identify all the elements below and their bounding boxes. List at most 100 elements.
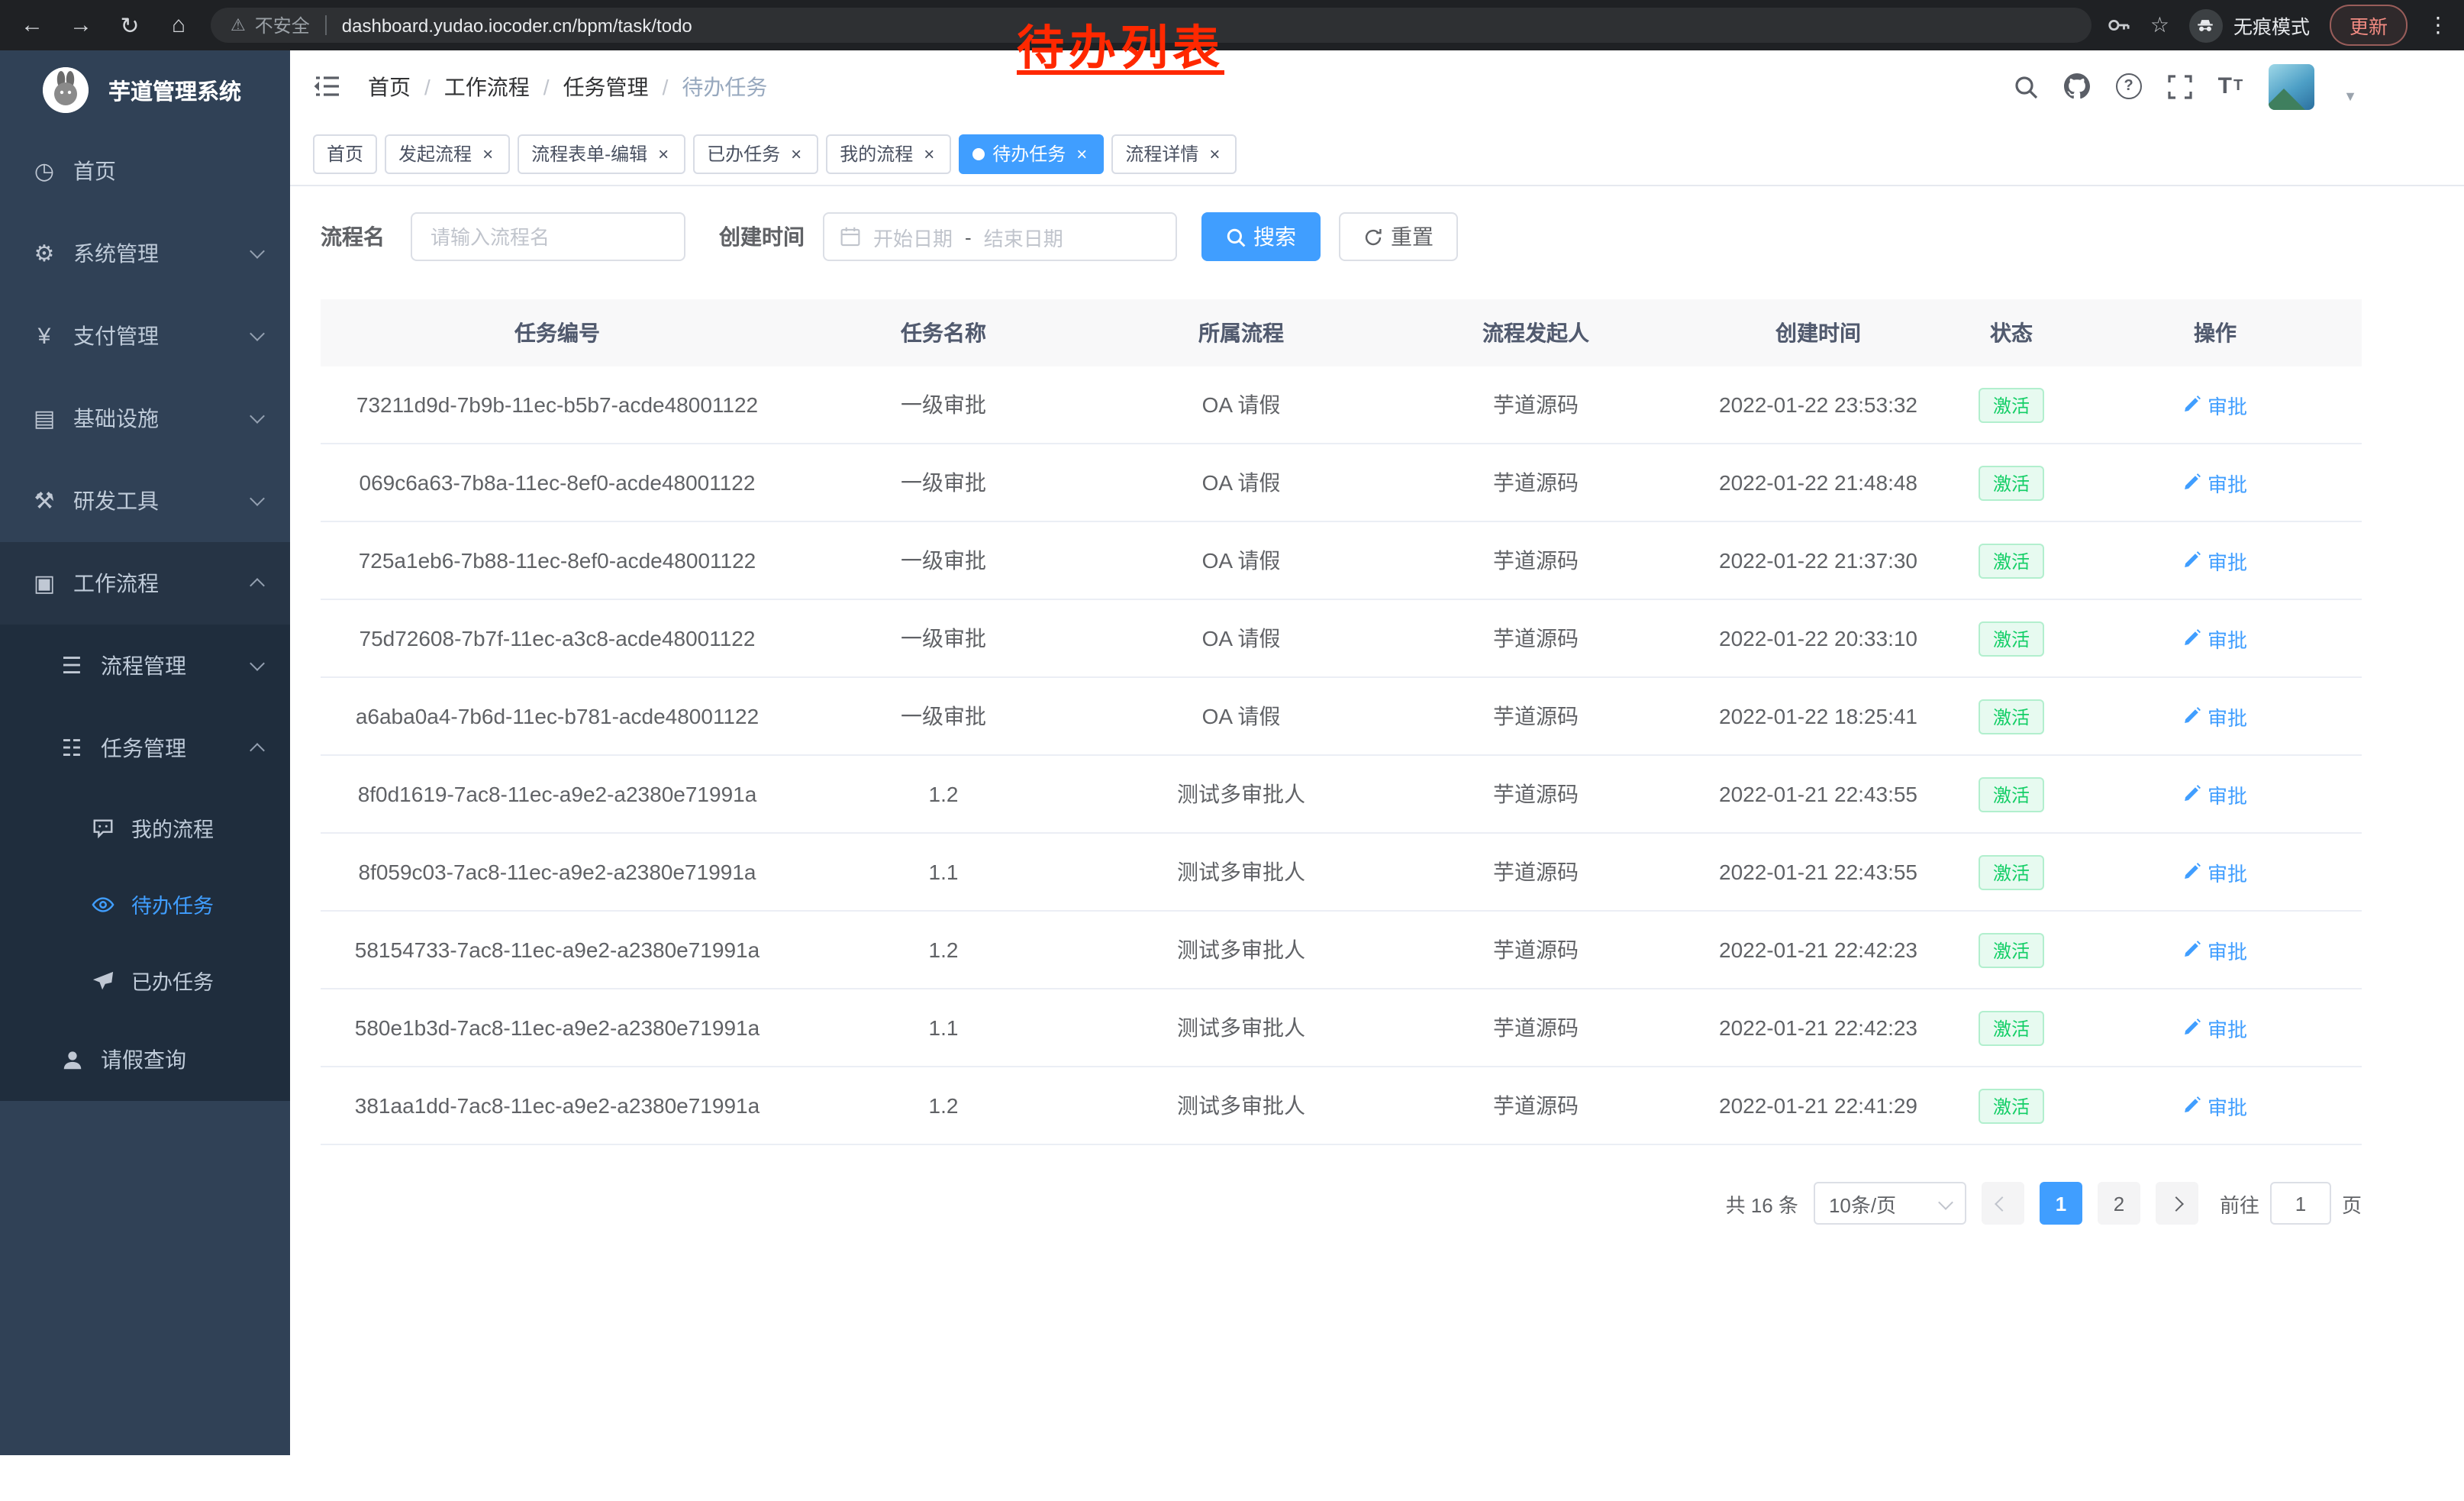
- sidebar-item-payment[interactable]: ¥ 支付管理: [0, 295, 290, 377]
- approve-link[interactable]: 审批: [2183, 1091, 2247, 1120]
- sidebar-item-process-mgmt[interactable]: ☰ 流程管理: [0, 625, 290, 707]
- process-cell: OA 请假: [1093, 444, 1389, 521]
- status-badge: 激活: [1979, 465, 2043, 500]
- table-row: 73211d9d-7b9b-11ec-b5b7-acde48001122一级审批…: [321, 366, 2362, 444]
- approve-link[interactable]: 审批: [2183, 857, 2247, 886]
- created-cell: 2022-01-21 22:42:23: [1682, 911, 1954, 989]
- sidebar-item-task-mgmt[interactable]: ☷ 任务管理: [0, 707, 290, 789]
- table-row: 75d72608-7b7f-11ec-a3c8-acde48001122一级审批…: [321, 599, 2362, 677]
- sidebar-item-todo-tasks[interactable]: 待办任务: [0, 866, 290, 942]
- menu-kebab-icon[interactable]: ⋮: [2427, 12, 2449, 38]
- page-size-select[interactable]: 10条/页: [1814, 1182, 1966, 1225]
- collapse-sidebar-icon[interactable]: [313, 75, 340, 98]
- warning-icon: ⚠: [231, 15, 246, 35]
- star-icon[interactable]: ☆: [2150, 12, 2169, 38]
- sidebar-item-leave-query[interactable]: 请假查询: [0, 1018, 290, 1101]
- prev-page-button[interactable]: [1982, 1182, 2024, 1225]
- task-id-cell: 069c6a63-7b8a-11ec-8ef0-acde48001122: [321, 444, 794, 521]
- chevron-down-icon: [252, 498, 263, 504]
- sidebar-item-done-tasks[interactable]: 已办任务: [0, 942, 290, 1018]
- breadcrumb-task-mgmt[interactable]: 任务管理: [530, 71, 649, 102]
- chevron-down-icon: [252, 250, 263, 257]
- app-title: 芋道管理系统: [108, 74, 241, 106]
- table-row: 069c6a63-7b8a-11ec-8ef0-acde48001122一级审批…: [321, 444, 2362, 521]
- sidebar: 芋道管理系统 ◷ 首页 ⚙ 系统管理 ¥ 支付管理 ▤ 基础设施: [0, 50, 290, 1455]
- sidebar-item-my-process[interactable]: 我的流程: [0, 789, 290, 866]
- key-icon[interactable]: [2108, 14, 2130, 37]
- action-cell: 审批: [2069, 366, 2362, 444]
- forward-icon[interactable]: →: [64, 8, 98, 42]
- approve-link[interactable]: 审批: [2183, 468, 2247, 497]
- sidebar-item-devtools[interactable]: ⚒ 研发工具: [0, 460, 290, 542]
- tab-my-process[interactable]: 我的流程 ×: [826, 134, 951, 173]
- table-row: 381aa1dd-7ac8-11ec-a9e2-a2380e71991a1.2测…: [321, 1067, 2362, 1144]
- task-name-cell: 一级审批: [794, 599, 1093, 677]
- initiator-cell: 芋道源码: [1389, 521, 1682, 599]
- sidebar-item-system[interactable]: ⚙ 系统管理: [0, 212, 290, 295]
- breadcrumb-home[interactable]: 首页: [368, 71, 411, 102]
- initiator-cell: 芋道源码: [1389, 833, 1682, 911]
- approve-link[interactable]: 审批: [2183, 624, 2247, 653]
- close-icon[interactable]: ×: [788, 144, 805, 163]
- status-cell: 激活: [1954, 677, 2069, 755]
- date-range-picker[interactable]: 开始日期 - 结束日期: [823, 212, 1177, 261]
- chevron-down-icon: [1938, 1194, 1953, 1209]
- sidebar-item-label: 已办任务: [131, 965, 214, 996]
- close-icon[interactable]: ×: [921, 144, 937, 163]
- dashboard-icon: ◷: [31, 157, 58, 185]
- fullscreen-icon[interactable]: [2168, 74, 2192, 98]
- approve-link[interactable]: 审批: [2183, 780, 2247, 809]
- tab-done-tasks[interactable]: 已办任务 ×: [693, 134, 818, 173]
- avatar-caret-icon[interactable]: ▼: [2343, 88, 2357, 103]
- sidebar-item-label: 系统管理: [73, 238, 159, 269]
- initiator-cell: 芋道源码: [1389, 755, 1682, 833]
- col-process: 所属流程: [1093, 299, 1389, 366]
- update-button[interactable]: 更新: [2330, 5, 2408, 46]
- workflow-icon: ▣: [31, 570, 58, 597]
- close-icon[interactable]: ×: [655, 144, 672, 163]
- created-cell: 2022-01-21 22:43:55: [1682, 755, 1954, 833]
- help-icon[interactable]: ?: [2116, 73, 2142, 99]
- avatar[interactable]: [2269, 63, 2314, 109]
- close-icon[interactable]: ×: [1206, 144, 1223, 163]
- approve-link[interactable]: 审批: [2183, 1013, 2247, 1042]
- chevron-down-icon: [252, 415, 263, 421]
- incognito-indicator: 无痕模式: [2189, 8, 2310, 42]
- goto-page-input[interactable]: [2270, 1182, 2331, 1225]
- github-icon[interactable]: [2064, 73, 2090, 99]
- reload-icon[interactable]: ↻: [113, 8, 147, 42]
- tab-process-detail[interactable]: 流程详情 ×: [1111, 134, 1237, 173]
- tab-form-edit[interactable]: 流程表单-编辑 ×: [518, 134, 685, 173]
- close-icon[interactable]: ×: [479, 144, 496, 163]
- sidebar-item-infrastructure[interactable]: ▤ 基础设施: [0, 377, 290, 460]
- search-button[interactable]: 搜索: [1201, 212, 1321, 261]
- table-header-row: 任务编号 任务名称 所属流程 流程发起人 创建时间 状态 操作: [321, 299, 2362, 366]
- calendar-icon: [840, 226, 861, 247]
- home-icon[interactable]: ⌂: [162, 8, 195, 42]
- page-button-1[interactable]: 1: [2040, 1182, 2082, 1225]
- next-page-button[interactable]: [2156, 1182, 2198, 1225]
- created-cell: 2022-01-22 23:53:32: [1682, 366, 1954, 444]
- create-time-label: 创建时间: [719, 221, 805, 252]
- font-size-icon[interactable]: TT: [2218, 73, 2243, 99]
- sidebar-item-workflow[interactable]: ▣ 工作流程: [0, 542, 290, 625]
- breadcrumb-workflow[interactable]: 工作流程: [411, 71, 530, 102]
- tab-todo-tasks[interactable]: 待办任务 ×: [959, 134, 1104, 173]
- sidebar-item-home[interactable]: ◷ 首页: [0, 130, 290, 212]
- process-name-input[interactable]: [411, 212, 685, 261]
- status-cell: 激活: [1954, 366, 2069, 444]
- tab-start-process[interactable]: 发起流程 ×: [385, 134, 510, 173]
- search-icon[interactable]: [2014, 74, 2038, 98]
- app-logo-row[interactable]: 芋道管理系统: [0, 50, 290, 130]
- reset-button[interactable]: 重置: [1339, 212, 1458, 261]
- approve-link[interactable]: 审批: [2183, 546, 2247, 575]
- tab-home[interactable]: 首页: [313, 134, 377, 173]
- page-button-2[interactable]: 2: [2098, 1182, 2140, 1225]
- approve-link[interactable]: 审批: [2183, 702, 2247, 731]
- approve-link[interactable]: 审批: [2183, 390, 2247, 419]
- process-cell: OA 请假: [1093, 677, 1389, 755]
- close-icon[interactable]: ×: [1073, 144, 1090, 163]
- chat-person-icon: [89, 816, 116, 839]
- back-icon[interactable]: ←: [15, 8, 49, 42]
- approve-link[interactable]: 审批: [2183, 935, 2247, 964]
